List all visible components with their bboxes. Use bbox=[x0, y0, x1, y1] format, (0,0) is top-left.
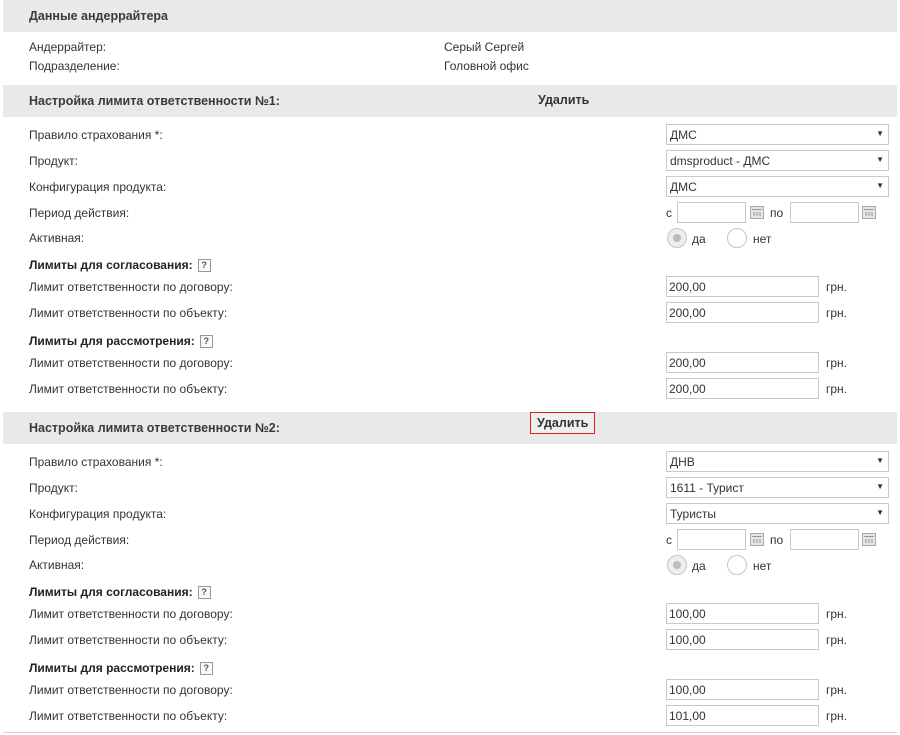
limit2-rule-value: ДНВ bbox=[670, 455, 695, 469]
limit2-active-yes-radio[interactable] bbox=[667, 555, 687, 575]
limit1-period-from-label: с bbox=[666, 206, 672, 220]
limit1-approval-contract-input[interactable] bbox=[666, 276, 819, 297]
limit1-review-object-label: Лимит ответственности по объекту: bbox=[29, 382, 228, 396]
help-icon[interactable]: ? bbox=[197, 586, 211, 599]
limit2-review-contract-input[interactable] bbox=[666, 679, 819, 700]
limit2-approval-contract-label: Лимит ответственности по договору: bbox=[29, 607, 233, 621]
calendar-icon[interactable] bbox=[862, 206, 876, 219]
limit1-period-from-input[interactable] bbox=[677, 202, 746, 223]
limit2-config-label: Конфигурация продукта: bbox=[29, 507, 167, 521]
limit1-review-contract-label: Лимит ответственности по договору: bbox=[29, 356, 233, 370]
limit1-product-select[interactable]: dmsproduct - ДМС ▼ bbox=[666, 150, 889, 171]
limit2-review-heading-text: Лимиты для рассмотрения: bbox=[29, 661, 195, 675]
limit2-approval-object-input[interactable] bbox=[666, 629, 819, 650]
limit2-product-value: 1611 - Турист bbox=[670, 481, 744, 495]
chevron-down-icon: ▼ bbox=[876, 508, 884, 517]
limit1-review-heading-text: Лимиты для рассмотрения: bbox=[29, 334, 195, 348]
limit2-active-no-label: нет bbox=[753, 559, 772, 573]
limit2-approval-heading-text: Лимиты для согласования: bbox=[29, 585, 193, 599]
limit1-period-label: Период действия: bbox=[29, 206, 130, 220]
chevron-down-icon: ▼ bbox=[876, 181, 884, 190]
currency-label: грн. bbox=[826, 356, 848, 370]
divider bbox=[3, 732, 897, 733]
limit1-title: Настройка лимита ответственности №1: bbox=[29, 94, 280, 108]
limit1-approval-contract-label: Лимит ответственности по договору: bbox=[29, 280, 233, 294]
limit2-period-label: Период действия: bbox=[29, 533, 130, 547]
underwriter-value: Серый Сергей bbox=[444, 40, 525, 54]
currency-label: грн. bbox=[826, 709, 848, 723]
limit2-review-contract-label: Лимит ответственности по договору: bbox=[29, 683, 233, 697]
limit1-approval-heading-text: Лимиты для согласования: bbox=[29, 258, 193, 272]
limit1-review-heading: Лимиты для рассмотрения:? bbox=[29, 334, 213, 348]
limit1-rule-select[interactable]: ДМС ▼ bbox=[666, 124, 889, 145]
limit2-product-label: Продукт: bbox=[29, 481, 78, 495]
limit1-config-label: Конфигурация продукта: bbox=[29, 180, 167, 194]
limit1-review-object-input[interactable] bbox=[666, 378, 819, 399]
division-value: Головной офис bbox=[444, 59, 529, 73]
calendar-icon[interactable] bbox=[862, 533, 876, 546]
limit1-approval-heading: Лимиты для согласования:? bbox=[29, 258, 211, 272]
limit1-approval-object-label: Лимит ответственности по объекту: bbox=[29, 306, 228, 320]
limit2-config-value: Туристы bbox=[670, 507, 717, 521]
underwriter-label: Андеррайтер: bbox=[29, 40, 107, 54]
limit1-config-value: ДМС bbox=[670, 180, 697, 194]
limit1-product-value: dmsproduct - ДМС bbox=[670, 154, 771, 168]
limit2-review-object-input[interactable] bbox=[666, 705, 819, 726]
currency-label: грн. bbox=[826, 633, 848, 647]
calendar-icon[interactable] bbox=[750, 533, 764, 546]
limit1-active-no-label: нет bbox=[753, 232, 772, 246]
limit1-period-to-label: по bbox=[770, 206, 784, 220]
limit1-approval-object-input[interactable] bbox=[666, 302, 819, 323]
limit2-review-heading: Лимиты для рассмотрения:? bbox=[29, 661, 213, 675]
limit2-period-to-input[interactable] bbox=[790, 529, 859, 550]
division-label: Подразделение: bbox=[29, 59, 120, 73]
help-icon[interactable]: ? bbox=[197, 259, 211, 272]
limit1-active-yes-radio[interactable] bbox=[667, 228, 687, 248]
limit2-product-select[interactable]: 1611 - Турист ▼ bbox=[666, 477, 889, 498]
limit2-approval-contract-input[interactable] bbox=[666, 603, 819, 624]
limit2-config-select[interactable]: Туристы ▼ bbox=[666, 503, 889, 524]
limit1-period-to-input[interactable] bbox=[790, 202, 859, 223]
limit2-period-from-label: с bbox=[666, 533, 672, 547]
calendar-icon[interactable] bbox=[750, 206, 764, 219]
limit2-period-to-label: по bbox=[770, 533, 784, 547]
limit2-active-label: Активная: bbox=[29, 558, 85, 572]
chevron-down-icon: ▼ bbox=[876, 129, 884, 138]
underwriter-section-title: Данные андеррайтера bbox=[29, 9, 169, 23]
limit2-review-object-label: Лимит ответственности по объекту: bbox=[29, 709, 228, 723]
limit1-review-contract-input[interactable] bbox=[666, 352, 819, 373]
currency-label: грн. bbox=[826, 306, 848, 320]
limit1-rule-value: ДМС bbox=[670, 128, 697, 142]
chevron-down-icon: ▼ bbox=[876, 155, 884, 164]
help-icon[interactable]: ? bbox=[199, 335, 213, 348]
limit2-period-from-input[interactable] bbox=[677, 529, 746, 550]
currency-label: грн. bbox=[826, 382, 848, 396]
limit1-active-yes-label: да bbox=[692, 232, 706, 246]
limit1-product-label: Продукт: bbox=[29, 154, 78, 168]
limit1-rule-label: Правило страхования *: bbox=[29, 128, 163, 142]
help-icon[interactable]: ? bbox=[199, 662, 213, 675]
limit2-title: Настройка лимита ответственности №2: bbox=[29, 421, 280, 435]
chevron-down-icon: ▼ bbox=[876, 456, 884, 465]
limit1-active-label: Активная: bbox=[29, 231, 85, 245]
currency-label: грн. bbox=[826, 280, 848, 294]
chevron-down-icon: ▼ bbox=[876, 482, 884, 491]
limit2-active-yes-label: да bbox=[692, 559, 706, 573]
currency-label: грн. bbox=[826, 683, 848, 697]
limit1-config-select[interactable]: ДМС ▼ bbox=[666, 176, 889, 197]
currency-label: грн. bbox=[826, 607, 848, 621]
limit2-active-no-radio[interactable] bbox=[727, 555, 747, 575]
limit1-active-no-radio[interactable] bbox=[727, 228, 747, 248]
limit2-approval-heading: Лимиты для согласования:? bbox=[29, 585, 211, 599]
limit1-delete-button[interactable]: Удалить bbox=[531, 89, 596, 111]
limit2-approval-object-label: Лимит ответственности по объекту: bbox=[29, 633, 228, 647]
limit2-delete-button[interactable]: Удалить bbox=[530, 412, 596, 434]
limit2-rule-label: Правило страхования *: bbox=[29, 455, 163, 469]
limit2-rule-select[interactable]: ДНВ ▼ bbox=[666, 451, 889, 472]
